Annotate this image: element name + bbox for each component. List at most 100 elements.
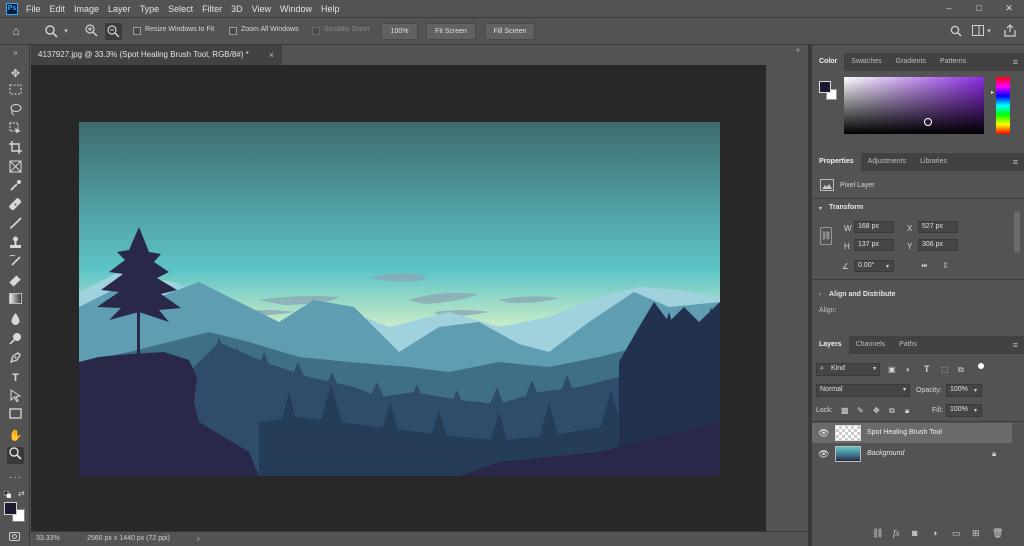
zoom-out-icon[interactable] <box>105 23 122 40</box>
history-brush-tool-icon[interactable] <box>7 254 24 272</box>
background-visibility-eye-icon[interactable]: 👁︎ <box>818 449 829 460</box>
frame-tool-icon[interactable] <box>7 160 24 177</box>
lasso-tool-icon[interactable] <box>7 103 24 120</box>
workspace-chevron-down-icon[interactable]: ▾ <box>985 26 993 38</box>
status-menu-chevron-icon[interactable]: › <box>197 534 200 543</box>
resize-windows-checkbox[interactable] <box>133 27 141 35</box>
flip-horizontal-icon[interactable]: ⇹ <box>921 261 928 270</box>
height-field[interactable]: 137 px <box>854 239 894 251</box>
filter-toggle-icon[interactable] <box>978 363 984 369</box>
fill-screen-button[interactable]: Fill Screen <box>485 23 535 40</box>
tab-libraries[interactable]: Libraries <box>913 153 954 171</box>
color-picker-handle[interactable] <box>924 118 932 126</box>
zoom-level-readout[interactable]: 33.33% <box>36 535 60 542</box>
x-field[interactable]: 527 px <box>918 221 958 233</box>
home-icon[interactable]: ⌂ <box>9 25 23 37</box>
tab-properties[interactable]: Properties <box>812 153 861 171</box>
clone-stamp-tool-icon[interactable] <box>7 236 24 253</box>
layer-name[interactable]: Spot Healing Brush Tool <box>867 429 942 436</box>
adjustment-layer-icon[interactable]: ◑ <box>932 528 937 538</box>
layer-row-spot-healing[interactable]: 👁︎ Spot Healing Brush Tool <box>812 423 1012 443</box>
tab-channels[interactable]: Channels <box>849 336 893 354</box>
lock-artboard-icon[interactable]: ⧉ <box>889 406 895 416</box>
tab-layers[interactable]: Layers <box>812 336 849 354</box>
tab-adjustments[interactable]: Adjustments <box>861 153 914 171</box>
zoom-tool-icon[interactable] <box>7 447 24 464</box>
new-group-icon[interactable]: ▭ <box>952 528 961 539</box>
hand-tool-icon[interactable]: ✋ <box>7 428 24 445</box>
collapse-panels-icon[interactable]: « <box>796 47 800 54</box>
menu-edit[interactable]: Edit <box>50 4 66 14</box>
swap-colors-icon[interactable]: ⇄ <box>18 490 26 498</box>
align-chevron-icon[interactable]: › <box>819 292 821 298</box>
background-layer-name[interactable]: Background <box>867 450 904 457</box>
tab-swatches[interactable]: Swatches <box>844 53 888 71</box>
pen-tool-icon[interactable] <box>7 351 24 368</box>
link-layers-icon[interactable]: ⛓ <box>872 528 883 539</box>
dodge-tool-icon[interactable] <box>7 332 24 349</box>
more-tools-icon[interactable]: ··· <box>7 469 24 486</box>
brush-tool-icon[interactable] <box>7 217 24 234</box>
path-selection-tool-icon[interactable] <box>7 389 24 406</box>
vertical-scroll-area[interactable] <box>766 65 808 531</box>
type-tool-icon[interactable]: T <box>7 370 24 387</box>
lock-transparent-icon[interactable]: ▩ <box>841 406 849 415</box>
panel-menu-icon[interactable]: ≡ <box>1013 57 1018 67</box>
tab-gradients[interactable]: Gradients <box>889 53 933 71</box>
properties-menu-icon[interactable]: ≡ <box>1013 157 1018 167</box>
filter-pixel-icon[interactable]: ▣ <box>888 365 896 374</box>
menu-file[interactable]: File <box>26 4 41 14</box>
hue-slider-handle-icon[interactable]: ▸ <box>991 89 994 96</box>
document-tab[interactable]: 4137927.jpg @ 33.3% (Spot Healing Brush … <box>31 45 282 65</box>
opacity-chevron-down-icon[interactable]: ▾ <box>974 387 977 394</box>
zoom-in-icon[interactable] <box>84 24 99 40</box>
healing-brush-tool-icon[interactable] <box>7 198 24 215</box>
close-tab-icon[interactable]: × <box>269 45 274 65</box>
toolbar-collapse-icon[interactable]: » <box>7 50 24 58</box>
move-tool-icon[interactable]: ✥ <box>7 66 24 83</box>
angle-chevron-down-icon[interactable]: ▾ <box>886 263 889 270</box>
default-colors-icon[interactable] <box>3 490 12 499</box>
width-field[interactable]: 168 px <box>854 221 894 233</box>
quick-mask-icon[interactable] <box>9 532 20 541</box>
gradient-tool-icon[interactable] <box>7 293 24 310</box>
layer-style-icon[interactable]: fx <box>893 528 900 538</box>
eyedropper-tool-icon[interactable] <box>7 179 24 196</box>
link-dimensions-icon[interactable]: ⛓ <box>820 227 832 245</box>
photoshop-logo-icon[interactable]: Ps <box>6 2 18 15</box>
menu-3d[interactable]: 3D <box>231 4 243 14</box>
menu-image[interactable]: Image <box>74 4 99 14</box>
tab-patterns[interactable]: Patterns <box>933 53 973 71</box>
blend-mode-select[interactable]: Normal ▾ <box>816 384 910 397</box>
workspace-icon[interactable] <box>971 25 984 39</box>
delete-layer-icon[interactable]: 🗑︎ <box>992 528 1003 539</box>
fill-chevron-down-icon[interactable]: ▾ <box>974 407 977 414</box>
y-field[interactable]: 306 px <box>918 239 958 251</box>
new-layer-icon[interactable]: ⊞ <box>972 528 980 539</box>
filter-shape-icon[interactable]: ⬚ <box>941 365 949 374</box>
transform-chevron-icon[interactable]: ▾ <box>819 205 822 212</box>
lock-all-icon[interactable]: 🔒︎ <box>905 406 909 416</box>
blur-tool-icon[interactable] <box>7 313 24 330</box>
menu-view[interactable]: View <box>252 4 271 14</box>
flip-vertical-icon[interactable]: ⇳ <box>942 261 949 270</box>
rectangle-tool-icon[interactable] <box>7 408 24 425</box>
filter-kind-select[interactable]: Kind ⌕ ▾ <box>816 363 880 376</box>
tab-color[interactable]: Color <box>812 53 845 71</box>
document-canvas[interactable] <box>79 122 720 476</box>
eraser-tool-icon[interactable] <box>7 274 24 291</box>
zoom-tool-preset-icon[interactable] <box>44 25 58 41</box>
foreground-color-swatch[interactable] <box>4 502 17 515</box>
object-selection-tool-icon[interactable] <box>7 122 24 139</box>
filter-smart-object-icon[interactable]: ⧉ <box>958 365 964 375</box>
maximize-button[interactable]: □ <box>964 0 994 17</box>
search-icon[interactable] <box>949 25 962 40</box>
menu-filter[interactable]: Filter <box>202 4 222 14</box>
add-mask-icon[interactable]: ◙ <box>912 528 917 538</box>
minimize-button[interactable]: – <box>934 0 964 17</box>
menu-type[interactable]: Type <box>140 4 160 14</box>
hue-slider[interactable] <box>996 77 1010 134</box>
lock-image-icon[interactable]: ✎ <box>857 406 864 415</box>
lock-position-icon[interactable]: ✥ <box>873 406 880 415</box>
zoom-all-windows-checkbox[interactable] <box>229 27 237 35</box>
